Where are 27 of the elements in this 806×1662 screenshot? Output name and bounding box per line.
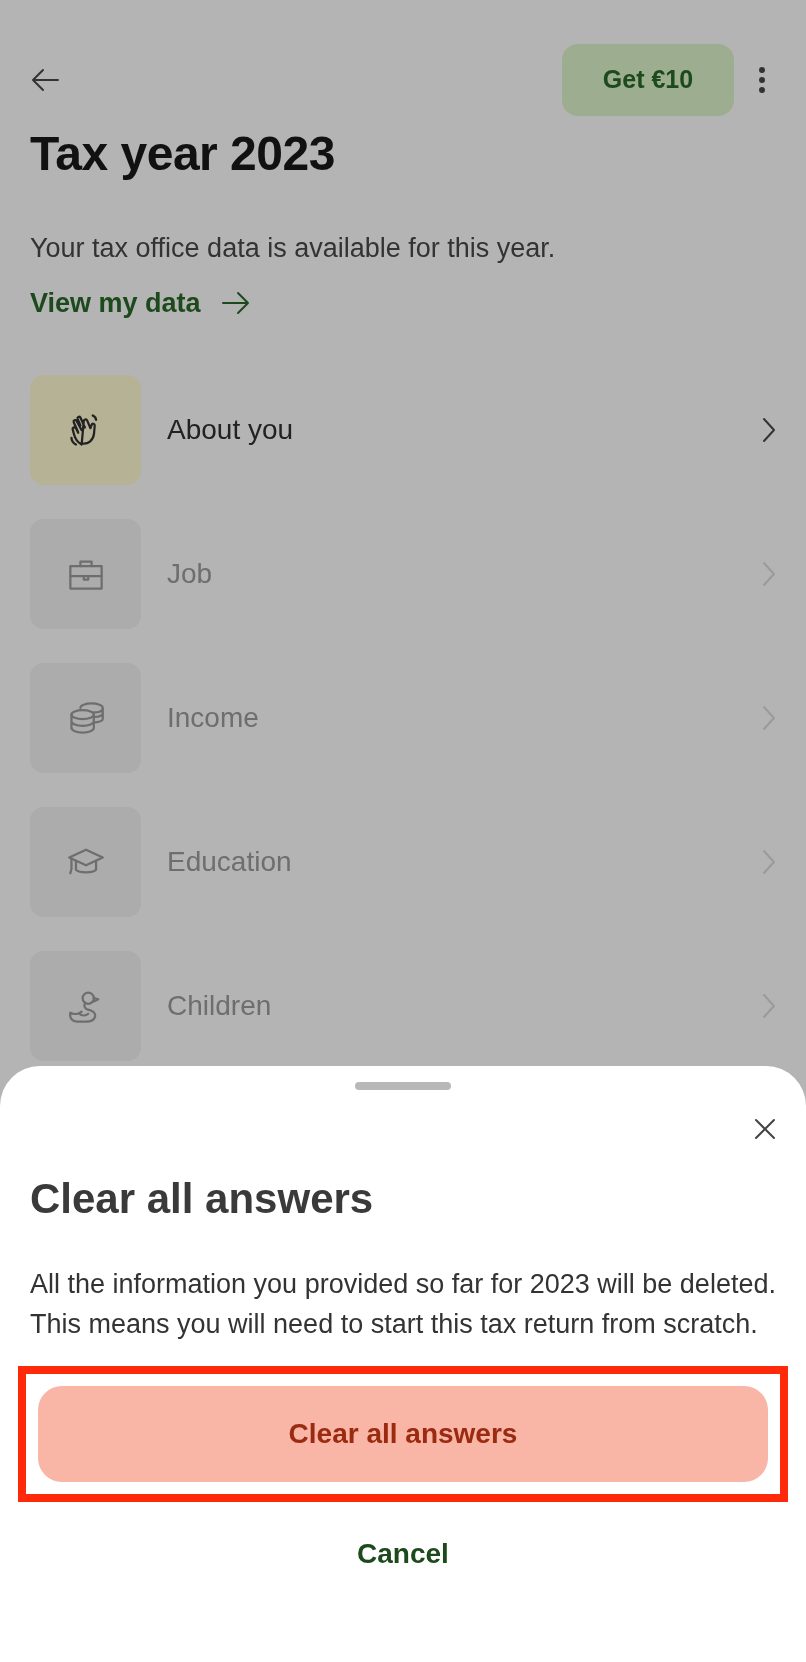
section-label: Education	[167, 845, 293, 879]
page-title: Tax year 2023	[30, 130, 336, 178]
back-arrow-icon	[30, 68, 60, 92]
cancel-button[interactable]: Cancel	[351, 1532, 455, 1577]
sheet-title: Clear all answers	[30, 1174, 375, 1224]
back-button[interactable]	[30, 68, 60, 92]
chevron-right-icon	[762, 561, 776, 587]
section-label: About you	[167, 413, 295, 447]
section-label: Children	[167, 989, 273, 1023]
more-menu-button[interactable]	[758, 67, 766, 93]
chevron-right-icon	[762, 417, 776, 443]
chevron-right-icon	[762, 849, 776, 875]
section-label: Job	[167, 557, 214, 591]
chevron-right-icon	[762, 705, 776, 731]
arrow-right-icon	[220, 290, 251, 315]
view-data-link[interactable]: View my data	[30, 282, 251, 323]
data-notice: Your tax office data is available for this year.	[30, 232, 557, 265]
section-label: Income	[167, 701, 260, 735]
drag-handle[interactable]	[355, 1082, 451, 1090]
sheet-message: All the information you provided so far for 2023 will be deleted. This means you will need to start this tax return from scratch.	[30, 1268, 776, 1342]
close-button[interactable]	[754, 1118, 776, 1140]
clear-answers-button[interactable]: Clear all answers	[38, 1386, 768, 1483]
close-icon	[754, 1118, 776, 1140]
promo-button[interactable]: Get €10	[562, 44, 734, 116]
section-item[interactable]: About you	[30, 375, 776, 485]
chevron-right-icon	[762, 993, 776, 1019]
more-icon	[758, 67, 766, 93]
